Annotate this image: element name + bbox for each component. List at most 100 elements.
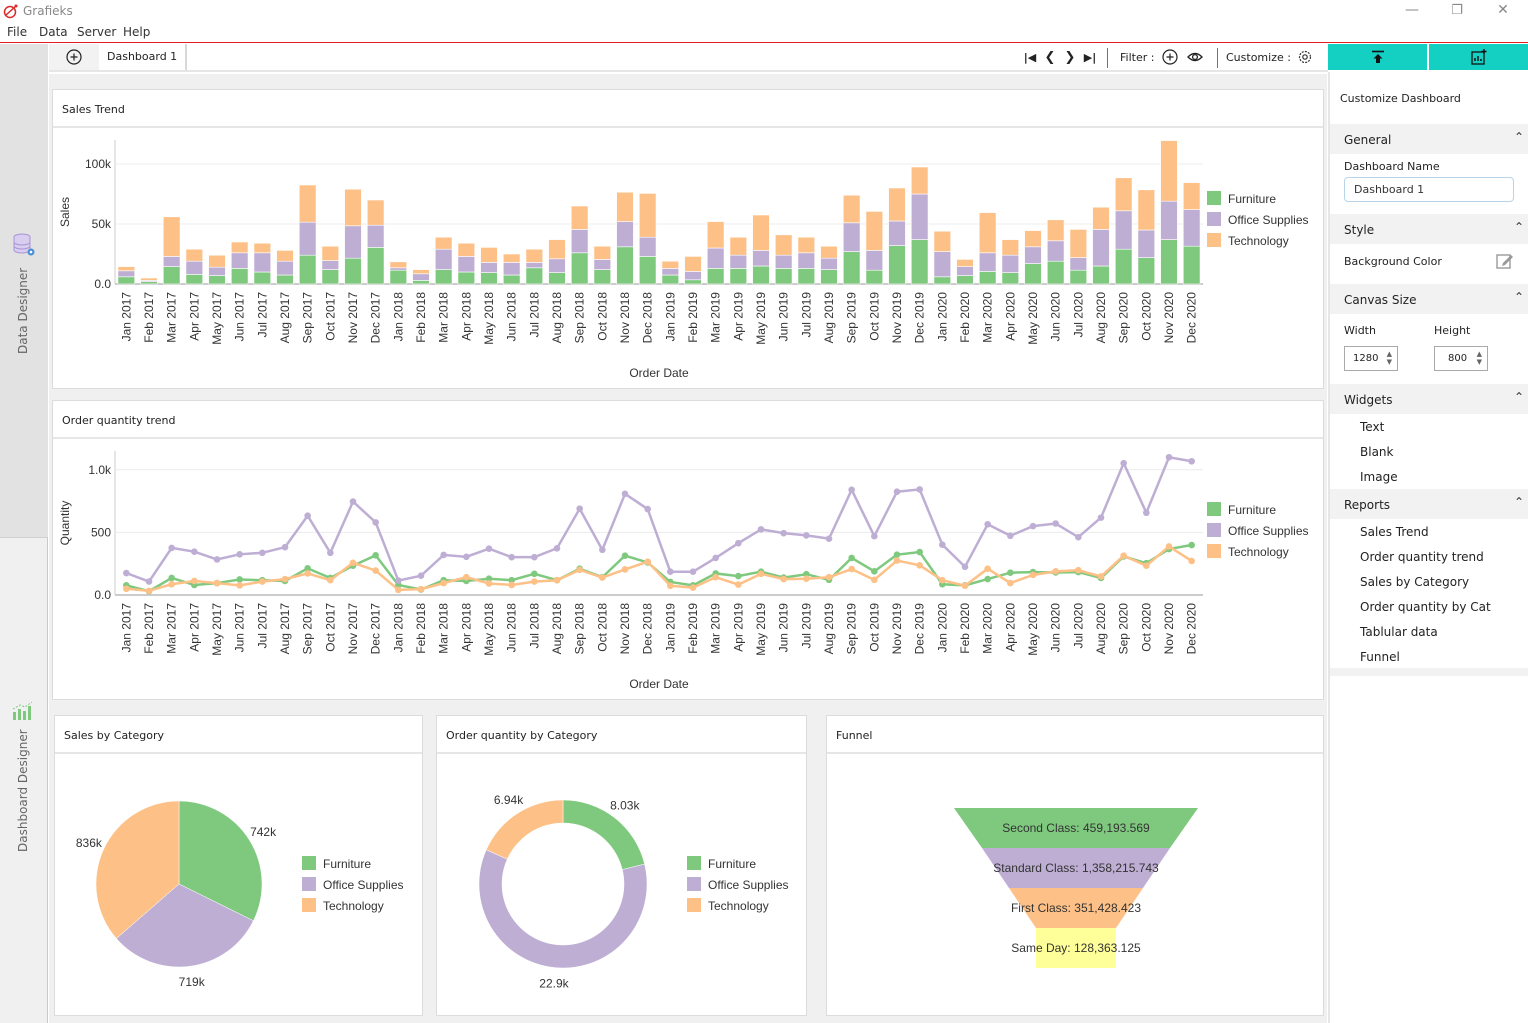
order-quantity-trend-panel[interactable]: Order quantity trend 0.0 500 1.0k Quantity O… [52,400,1324,700]
bar-segment [208,266,226,276]
bar-segment [502,274,521,285]
data-point [395,577,402,584]
sales-trend-panel[interactable]: Sales Trend 0.0 50k 100k Sales Order Date Jan… [52,89,1324,389]
bar-segment [978,212,997,254]
data-point [259,578,266,585]
bar-segment [752,250,770,267]
data-point [553,544,561,552]
restore-button[interactable]: ❐ [1437,2,1477,22]
report-item-order-quantity-trend[interactable]: Order quantity trend [1360,550,1484,564]
app-title: Grafieks [23,4,73,18]
report-item-sales-trend[interactable]: Sales Trend [1360,525,1429,539]
x-tick-label: Jul 2018 [527,603,541,649]
widget-item-blank[interactable]: Blank [1360,445,1393,459]
section-reports-header[interactable]: Reports ⌃ [1330,489,1528,519]
first-page-button[interactable]: |◀ [1022,49,1038,65]
bar-segment [1024,246,1042,264]
data-point [349,498,357,505]
data-point [961,582,969,590]
x-tick-label: Feb 2019 [686,603,700,654]
menu-data[interactable]: Data [39,25,68,39]
publish-button[interactable] [1328,44,1427,70]
add-report-button[interactable] [1429,44,1528,70]
chevron-up-icon: ⌃ [1513,130,1524,144]
bar-segment [548,258,566,273]
bar-segment [276,260,294,276]
edit-color-icon[interactable] [1496,252,1514,270]
previous-page-button[interactable]: ❮ [1042,49,1058,65]
customize-settings-button[interactable] [1297,49,1313,65]
x-tick-label: Mar 2018 [437,603,451,654]
menu-help[interactable]: Help [123,25,150,39]
view-filter-button[interactable] [1187,49,1203,65]
dashboard-designer-tab[interactable]: Dashboard Designer [0,684,48,864]
report-item-tabular-data[interactable]: Tablular data [1360,625,1438,639]
data-point [644,558,651,565]
bar-segment [276,274,294,285]
bar-segment [162,266,181,285]
section-general-header[interactable]: General ⌃ [1330,124,1528,154]
bar-segment [1001,254,1020,273]
section-divider [1330,668,1528,676]
dashboard-name-input[interactable] [1344,177,1514,202]
plus-circle-icon [1162,49,1178,65]
close-icon: ✕ [1497,2,1509,18]
spin-arrows-icon[interactable]: ▲ ▼ [1387,350,1392,366]
bar-segment [933,276,952,285]
data-point [1165,453,1173,461]
funnel-label: Standard Class: 1,358,215.743 [993,861,1159,875]
x-tick-label: Sep 2018 [573,292,587,344]
data-point [780,529,787,537]
data-point [485,545,493,552]
minimize-button[interactable]: — [1392,2,1432,22]
menu-server[interactable]: Server [77,25,116,39]
section-widgets-header[interactable]: Widgets ⌃ [1330,384,1528,414]
panel-title: Funnel [827,716,1323,754]
report-item-sales-by-category[interactable]: Sales by Category [1360,575,1469,589]
last-page-button[interactable]: ▶| [1082,49,1098,65]
x-tick-label: Jun 2017 [233,603,247,653]
bar-segment [185,260,204,275]
report-item-order-quantity-by-cat[interactable]: Order quantity by Cat [1360,600,1491,614]
width-spinbox[interactable]: 1280 ▲ ▼ [1344,346,1398,371]
series-line [125,455,1192,584]
next-page-button[interactable]: ❯ [1062,49,1078,65]
data-point [712,573,719,581]
data-designer-tab[interactable]: Data Designer [0,44,48,538]
bar-segment [865,250,884,271]
bar-segment [117,276,136,285]
x-tick-label: Mar 2020 [981,603,995,654]
section-style-header[interactable]: Style ⌃ [1330,214,1528,244]
bar-segment [593,245,612,260]
widget-item-text[interactable]: Text [1360,420,1384,434]
data-point [1052,520,1059,527]
x-tick-label: Jul 2019 [799,603,813,649]
section-canvas-size-header[interactable]: Canvas Size ⌃ [1330,284,1528,314]
add-filter-button[interactable] [1162,49,1178,65]
data-point [168,574,175,582]
customize-label: Customize : [1226,51,1291,64]
funnel-panel[interactable]: Funnel Second Class: 459,193.569 Standard… [826,715,1324,1016]
x-tick-label: Jul 2018 [527,292,541,338]
x-tick-label: Feb 2018 [414,603,428,654]
bar-segment [661,274,680,285]
spin-arrows-icon[interactable]: ▲ ▼ [1477,350,1482,366]
close-button[interactable]: ✕ [1483,2,1523,22]
bar-segment [140,281,158,285]
menu-file[interactable]: File [7,25,27,39]
x-tick-label: Jan 2019 [663,292,677,342]
widget-item-image[interactable]: Image [1360,470,1398,484]
sales-by-category-panel[interactable]: Sales by Category 742k 719k 836k Furniture O… [54,715,423,1016]
add-dashboard-button[interactable] [49,44,99,70]
tab-dashboard-1[interactable]: Dashboard 1 [99,44,188,70]
report-item-funnel[interactable]: Funnel [1360,650,1400,664]
x-tick-label: Dec 2020 [1185,292,1199,344]
data-point [1097,514,1105,521]
data-point [123,569,130,577]
x-tick-label: Nov 2018 [618,603,632,655]
height-spinbox[interactable]: 800 ▲ ▼ [1434,346,1488,371]
order-quantity-by-category-panel[interactable]: Order quantity by Category 8.03k 22.9k 6.9… [436,715,807,1016]
x-tick-label: Feb 2020 [958,292,972,343]
bar-segment [820,257,838,270]
data-point [1029,522,1037,530]
